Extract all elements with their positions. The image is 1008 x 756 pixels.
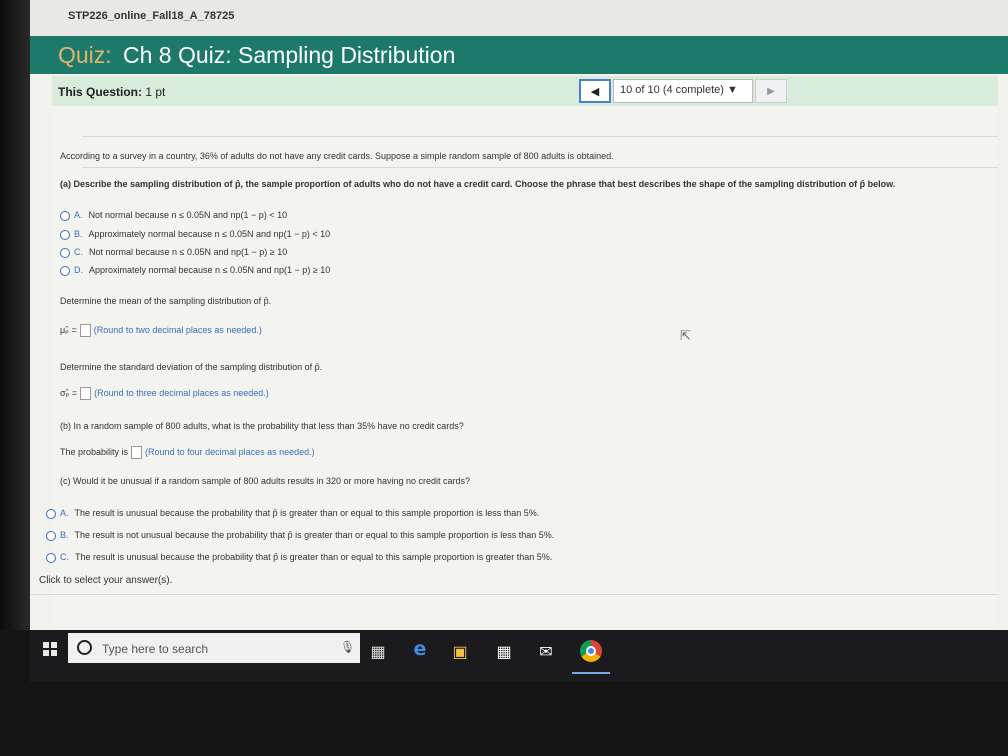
course-bar: STP226_online_Fall18_A_78725 — [30, 0, 1008, 36]
divider — [30, 594, 998, 595]
taskbar-search-box[interactable]: Type here to search 🎙 — [68, 633, 360, 663]
option-text: The result is unusual because the probab… — [74, 508, 540, 518]
chevron-right-icon: ▶ — [767, 85, 775, 97]
radio-option-b[interactable] — [60, 229, 70, 240]
quiz-header: Quiz: Ch 8 Quiz: Sampling Distribution — [30, 36, 1008, 74]
option-b[interactable]: B. Approximately normal because n ≤ 0.05N… — [60, 229, 330, 240]
radio-option-c[interactable] — [60, 247, 70, 258]
sd-prompt: Determine the standard deviation of the … — [60, 362, 323, 372]
option-text: The result is not unusual because the pr… — [74, 530, 555, 540]
file-explorer-icon[interactable]: ▣ — [448, 642, 472, 662]
option-d[interactable]: D. Approximately normal because n ≤ 0.05N… — [60, 265, 330, 276]
probability-answer-input[interactable] — [131, 446, 143, 459]
radio-option-d[interactable] — [60, 265, 70, 276]
option-text: Not normal because n ≤ 0.05N and np(1 − … — [89, 247, 288, 257]
windows-start-icon[interactable] — [43, 642, 57, 656]
option-text: Not normal because n ≤ 0.05N and np(1 − … — [88, 210, 288, 220]
question-label-text: This Question: — [58, 85, 142, 99]
quiz-prefix: Quiz: — [58, 42, 112, 68]
question-select-dropdown[interactable]: 10 of 10 (4 complete) ▼ — [613, 79, 753, 103]
mean-answer-row: μₚ̂ = (Round to two decimal places as nee… — [60, 324, 262, 337]
sd-hint: (Round to three decimal places as needed… — [94, 387, 269, 398]
sd-symbol: σₚ̂ = — [60, 387, 78, 398]
radio-part-c-option-c[interactable] — [46, 552, 56, 563]
answer-instruction: Click to select your answer(s). — [39, 575, 173, 586]
part-c-option-b[interactable]: B. The result is not unusual because the … — [46, 530, 554, 541]
part-c-prompt: (c) Would it be unusual if a random samp… — [60, 476, 471, 486]
question-points: 1 pt — [145, 85, 166, 99]
part-c-option-a[interactable]: A. The result is unusual because the prob… — [46, 508, 539, 519]
mean-answer-input[interactable] — [79, 324, 91, 337]
problem-intro: According to a survey in a country, 36% … — [60, 151, 614, 161]
sd-answer-row: σₚ̂ = (Round to three decimal places as n… — [60, 387, 269, 400]
task-view-icon[interactable]: ▦ — [366, 642, 390, 662]
probability-answer-row: The probability is (Round to four decimal… — [60, 446, 315, 459]
question-content: According to a survey in a country, 36% … — [30, 106, 998, 626]
part-b-prompt: (b) In a random sample of 800 adults, wh… — [60, 421, 464, 431]
quiz-title: Ch 8 Quiz: Sampling Distribution — [123, 42, 456, 68]
option-letter: D. — [74, 265, 83, 275]
sd-answer-input[interactable] — [80, 387, 92, 400]
monitor-bezel — [0, 0, 30, 630]
windows-taskbar: Type here to search 🎙 ▦ e ▣ ▦ ✉ — [30, 630, 1008, 682]
mean-hint: (Round to two decimal places as needed.) — [93, 324, 262, 335]
option-letter: B. — [74, 229, 83, 239]
option-letter: A. — [60, 508, 69, 518]
active-app-indicator — [572, 672, 610, 674]
option-text: Approximately normal because n ≤ 0.05N a… — [89, 265, 331, 275]
option-letter: A. — [74, 210, 83, 220]
option-letter: C. — [60, 552, 69, 562]
microphone-icon[interactable]: 🎙 — [340, 640, 355, 654]
search-placeholder: Type here to search — [102, 642, 209, 656]
radio-option-a[interactable] — [60, 210, 70, 221]
radio-part-c-option-a[interactable] — [46, 508, 56, 519]
store-icon[interactable]: ▦ — [492, 642, 516, 662]
radio-part-c-option-b[interactable] — [46, 530, 56, 541]
option-text: Approximately normal because n ≤ 0.05N a… — [88, 229, 331, 239]
part-c-option-c[interactable]: C. The result is unusual because the prob… — [46, 552, 552, 563]
option-text: The result is unusual because the probab… — [75, 552, 553, 562]
previous-question-button[interactable]: ◀ — [579, 79, 611, 103]
mean-symbol: μₚ̂ = — [60, 324, 77, 335]
part-a-prompt: (a) Describe the sampling distribution o… — [60, 179, 896, 189]
question-bar: This Question: 1 pt ◀ 10 of 10 (4 comple… — [52, 76, 998, 107]
probability-label: The probability is — [60, 446, 129, 457]
chevron-left-icon: ◀ — [590, 85, 600, 98]
divider — [82, 136, 998, 137]
probability-hint: (Round to four decimal places as needed.… — [145, 446, 315, 457]
question-label: This Question: 1 pt — [58, 85, 165, 99]
mean-prompt: Determine the mean of the sampling distr… — [60, 296, 272, 306]
chrome-browser-icon[interactable] — [580, 640, 602, 662]
option-letter: C. — [74, 247, 83, 257]
option-c[interactable]: C. Not normal because n ≤ 0.05N and np(1 … — [60, 247, 287, 258]
divider — [82, 167, 998, 168]
edge-browser-icon[interactable]: e — [408, 638, 432, 660]
option-a[interactable]: A. Not normal because n ≤ 0.05N and np(1 … — [60, 210, 287, 221]
mail-icon[interactable]: ✉ — [534, 642, 558, 662]
next-question-button[interactable]: ▶ — [755, 79, 787, 103]
cortana-circle-icon — [77, 640, 92, 655]
option-letter: B. — [60, 530, 69, 540]
browser-window: STP226_online_Fall18_A_78725 Quiz: Ch 8 … — [30, 0, 1008, 630]
course-title: STP226_online_Fall18_A_78725 — [68, 10, 235, 22]
mouse-pointer-icon: ⇱ — [680, 328, 691, 343]
